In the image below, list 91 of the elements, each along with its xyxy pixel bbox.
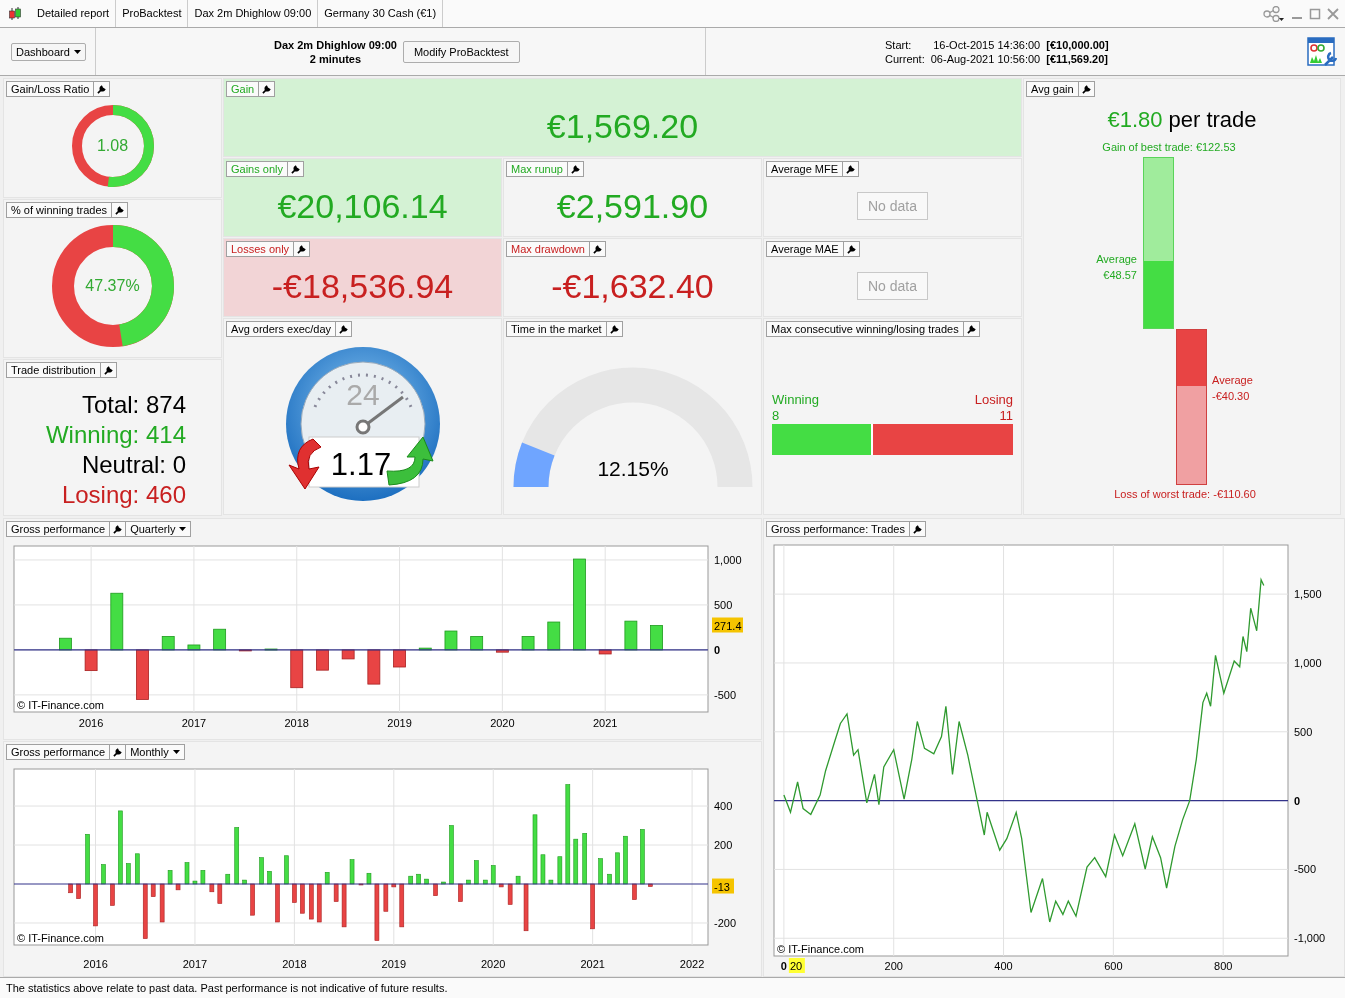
disclaimer-text: The statistics above relate to past data. Past performance is not indicative of future results. — [0, 977, 1345, 998]
y-axis-label: -500 — [714, 688, 737, 701]
x-axis-label: 2019 — [381, 958, 407, 970]
distribution-line: Winning: 414 — [45, 420, 186, 450]
y-axis-label: 400 — [714, 800, 733, 813]
panel-title: Max consecutive winning/losing trades — [766, 321, 964, 337]
average-loss-value: -€40.30 — [1212, 388, 1250, 404]
x-axis-label: 2018 — [284, 717, 309, 729]
panel-title: Max drawdown — [506, 241, 590, 257]
winning-percent: 47.37% — [85, 277, 140, 295]
start-date: 16-Oct-2015 14:36:00 — [932, 37, 1041, 52]
orders-value: 1.17 — [330, 447, 391, 482]
y-axis-label: 200 — [714, 839, 733, 851]
x-axis-label: 400 — [994, 960, 1013, 972]
worst-trade-label: Loss of worst trade: -€110.60 — [1113, 488, 1257, 500]
panel-title: Avg gain — [1026, 81, 1079, 97]
copyright-text: © IT-Finance.com — [17, 932, 104, 944]
start-label: Start: — [885, 37, 913, 52]
x-axis-label: 2018 — [282, 958, 307, 970]
panel-title: Losses only — [226, 241, 295, 257]
x-axis-label: 2021 — [592, 717, 618, 729]
average-win-label: Average — [1096, 251, 1137, 267]
distribution-line: Losing: 460 — [61, 480, 186, 510]
winning-count: 8 — [772, 408, 780, 424]
stat-value: -€18,536.94 — [271, 266, 454, 307]
x-axis-label: 2021 — [580, 958, 605, 970]
timeframe-text: 2 minutes — [309, 51, 362, 66]
stat-value: -€1,632.40 — [551, 266, 714, 307]
gain-value: €1,569.20 — [545, 106, 700, 147]
x-axis-label: 200 — [884, 960, 903, 972]
no-data-box: No data — [856, 272, 928, 300]
time-in-market-value: 12.15% — [596, 457, 669, 480]
losing-label: Losing — [974, 392, 1013, 408]
panel-title: Gross performance — [6, 744, 111, 760]
y-axis-label: 1,000 — [1294, 656, 1322, 669]
y-axis-label: 0 — [1294, 794, 1301, 807]
y-axis-label: -200 — [714, 917, 737, 929]
y-axis-label: 1,500 — [1294, 588, 1322, 601]
x-axis-label: 600 — [1104, 960, 1123, 972]
y-axis-label: 500 — [714, 598, 733, 611]
ratio-value: 1.08 — [96, 137, 129, 155]
panel-title: Average MAE — [766, 241, 844, 257]
current-value-tag: -13 — [712, 878, 734, 894]
no-data-box: No data — [856, 192, 928, 220]
y-axis-label: 1,000 — [714, 553, 742, 566]
distribution-line: Neutral: 0 — [81, 450, 186, 480]
x-axis-label: 2022 — [679, 958, 705, 970]
panel-title: Time in the market — [506, 321, 607, 337]
panel-title: Gains only — [226, 161, 288, 177]
x-axis-label: 0 — [780, 960, 787, 972]
x-axis-label: 2016 — [83, 958, 108, 970]
y-axis-label: 500 — [1294, 725, 1313, 738]
current-capital: [€11,569.20] — [1046, 51, 1109, 66]
panel-title: Gross performance: Trades — [766, 521, 910, 537]
x-axis-label: 2017 — [181, 717, 207, 729]
losing-count: 11 — [999, 408, 1013, 424]
cursor-tag: 20 — [788, 958, 805, 973]
y-axis-label: -500 — [1294, 863, 1317, 876]
x-axis-label: 800 — [1214, 960, 1233, 972]
panel-title: Avg orders exec/day — [226, 321, 337, 337]
panel-title: Average MFE — [766, 161, 844, 177]
current-label: Current: — [885, 51, 925, 66]
y-axis-label: -1,000 — [1294, 932, 1326, 945]
per-trade-text: per trade — [1168, 107, 1257, 133]
y-axis-label: 0 — [714, 643, 721, 656]
x-axis-label: 2017 — [182, 958, 208, 970]
x-axis-label: 2019 — [387, 717, 412, 729]
x-axis-label: 2020 — [481, 958, 506, 970]
x-axis-label: 2016 — [78, 717, 104, 729]
copyright-text: © IT-Finance.com — [777, 943, 864, 955]
start-capital: [€10,000.00] — [1046, 37, 1109, 52]
panel-title: % of winning trades — [6, 202, 112, 218]
current-date: 06-Aug-2021 10:56:00 — [930, 51, 1041, 66]
distribution-line: Total: 874 — [81, 390, 186, 420]
strategy-name: Dax 2m Dhighlow 09:00 — [274, 37, 397, 52]
best-trade-label: Gain of best trade: €122.53 — [1101, 141, 1237, 153]
x-axis-label: 2020 — [490, 717, 515, 729]
average-loss-label: Average — [1212, 372, 1253, 388]
average-gain-amount: €1.80 — [1107, 107, 1163, 133]
panel-title: Gross performance — [6, 521, 111, 537]
panel-title: Max runup — [506, 161, 568, 177]
copyright-text: © IT-Finance.com — [17, 699, 104, 711]
stat-value: €2,591.90 — [556, 186, 709, 227]
dial-number: 24 — [345, 378, 380, 411]
panel-title: Gain — [226, 81, 260, 97]
panel-title: Trade distribution — [6, 362, 101, 378]
stat-value: €20,106.14 — [277, 186, 448, 227]
panel-title: Gain/Loss Ratio — [6, 81, 95, 97]
current-value-tag: 271.4 — [712, 617, 743, 633]
winning-label: Winning — [772, 392, 819, 408]
average-win-value: €48.57 — [1103, 267, 1137, 283]
